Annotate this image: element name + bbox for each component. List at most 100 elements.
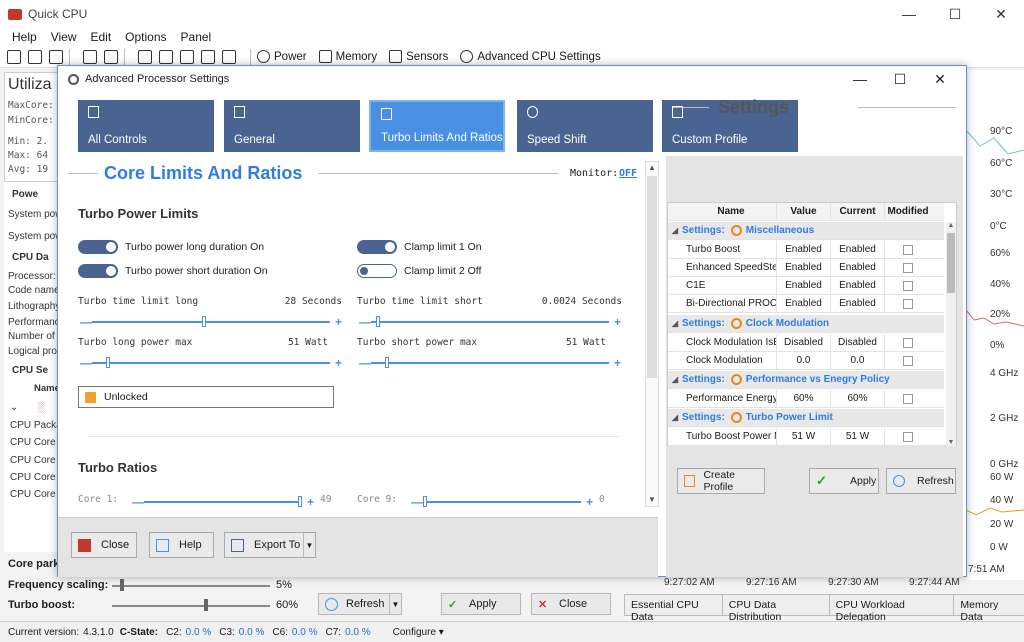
scrollbar-thumb[interactable] (647, 176, 657, 378)
expand-chevron-icon[interactable]: ⌄ (10, 402, 18, 413)
eraser-icon[interactable] (201, 49, 215, 64)
document-icon[interactable] (138, 49, 152, 64)
group-turbo-power-limit[interactable]: ◢ Settings: Turbo Power Limit (668, 409, 944, 427)
setting-value[interactable]: Enabled (777, 295, 831, 312)
decrement-icon[interactable]: — (359, 357, 371, 369)
settings-icon[interactable] (83, 49, 97, 64)
turbo-long-power-slider[interactable]: — + (80, 357, 342, 371)
modified-checkbox[interactable] (903, 244, 913, 255)
turbo-time-short-thumb[interactable] (375, 316, 380, 327)
dialog-close-x-button[interactable]: ✕ (920, 66, 960, 92)
tab-cpu-data-distribution[interactable]: CPU Data Distribution (721, 594, 830, 623)
collapse-triangle-icon[interactable]: ◢ (668, 375, 682, 384)
clamp-limit-1-toggle[interactable] (357, 240, 397, 254)
menu-panel[interactable]: Panel (181, 30, 212, 44)
memory-button[interactable]: Memory (318, 50, 377, 63)
group-clock-modulation[interactable]: ◢ Settings: Clock Modulation (668, 315, 944, 333)
setting-value[interactable]: 0.0 (777, 352, 831, 369)
settings-apply-button[interactable]: ✓ Apply (809, 468, 879, 494)
clamp-limit-2-toggle[interactable] (357, 264, 397, 278)
menu-view[interactable]: View (51, 30, 77, 44)
collapse-triangle-icon[interactable]: ◢ (668, 413, 682, 422)
screenshot-icon[interactable] (104, 49, 118, 64)
sensor-row-core-4[interactable]: CPU Core 4 (10, 489, 64, 500)
decrement-icon[interactable]: — (132, 496, 144, 508)
modified-checkbox[interactable] (903, 262, 913, 273)
nav-turbo-limits-and-ratios[interactable]: Turbo Limits And Ratios (369, 100, 505, 152)
increment-icon[interactable]: + (614, 357, 621, 369)
decrement-icon[interactable]: — (359, 316, 371, 328)
frequency-scaling-slider[interactable] (112, 585, 270, 587)
key-icon[interactable] (180, 49, 194, 64)
table-row[interactable]: Turbo Boost Power Ma...51 W51 W (668, 428, 944, 446)
configure-menu[interactable]: Configure ▾ (385, 627, 444, 638)
tab-cpu-workload-delegation[interactable]: CPU Workload Delegation (828, 594, 955, 623)
sensor-row-core-1[interactable]: CPU Core 1 (10, 437, 64, 448)
turbo-long-power-thumb[interactable] (106, 357, 111, 368)
group-miscellaneous[interactable]: ◢ Settings: Miscellaneous (668, 222, 944, 240)
settings-refresh-button[interactable]: Refresh (886, 468, 956, 494)
bar-chart-2-icon[interactable] (28, 49, 42, 64)
modified-column[interactable]: Modified (885, 203, 931, 220)
modified-checkbox[interactable] (903, 298, 913, 309)
menu-options[interactable]: Options (125, 30, 166, 44)
current-column[interactable]: Current (831, 203, 885, 220)
setting-value[interactable]: Disabled (777, 334, 831, 351)
table-row[interactable]: Bi-Directional PROCHOTEnabledEnabled (668, 295, 944, 313)
dialog-maximize-button[interactable]: ☐ (880, 66, 920, 92)
frequency-scaling-thumb[interactable] (119, 579, 124, 591)
advanced-cpu-settings-button[interactable]: Advanced CPU Settings (460, 50, 601, 63)
table-row[interactable]: Clock Modulation IsEna...DisabledDisable… (668, 334, 944, 352)
decrement-icon[interactable]: — (80, 357, 92, 369)
tab-memory-data[interactable]: Memory Data (953, 594, 1024, 623)
minimize-button[interactable]: — (886, 0, 932, 28)
create-profile-button[interactable]: Create Profile (677, 468, 765, 494)
modified-checkbox[interactable] (903, 431, 913, 442)
setting-value[interactable]: 60% (777, 390, 831, 407)
turbo-time-short-slider[interactable]: — + (359, 316, 621, 330)
decrement-icon[interactable]: — (80, 316, 92, 328)
nav-speed-shift[interactable]: Speed Shift (517, 100, 653, 152)
sensor-row-core-2[interactable]: CPU Core 2 (10, 455, 64, 466)
collapse-triangle-icon[interactable]: ◢ (668, 319, 682, 328)
log-icon[interactable] (222, 49, 236, 64)
nav-general[interactable]: General (224, 100, 360, 152)
scroll-up-arrow-icon[interactable]: ▲ (646, 162, 658, 174)
turbo-boost-slider[interactable] (112, 605, 270, 607)
turbo-time-long-thumb[interactable] (201, 316, 206, 327)
dialog-close-button[interactable]: Close (71, 532, 137, 558)
group-performance-vs-energy-policy[interactable]: ◢ Settings: Performance vs Enegry Policy (668, 371, 944, 389)
monitor-toggle-link[interactable]: OFF (619, 168, 637, 179)
tab-essential-cpu-data[interactable]: Essential CPU Data (624, 594, 723, 623)
increment-icon[interactable]: + (614, 316, 621, 328)
name-column-header[interactable]: Name (34, 383, 60, 394)
scrollbar-thumb[interactable] (947, 233, 955, 293)
core-9-thumb[interactable] (423, 496, 427, 507)
short-duration-toggle[interactable] (78, 264, 118, 278)
main-close-button[interactable]: ✕ Close (531, 593, 611, 615)
increment-icon[interactable]: + (586, 496, 593, 508)
modified-checkbox[interactable] (903, 280, 913, 291)
setting-value[interactable]: Enabled (777, 259, 831, 276)
help-button[interactable]: Help (149, 532, 214, 558)
table-row[interactable]: Performance Energy Po...60%60% (668, 390, 944, 408)
sensor-row-core-3[interactable]: CPU Core 3 (10, 472, 64, 483)
cpu-sensors-section-header[interactable]: CPU Se (12, 365, 48, 376)
close-window-button[interactable]: ✕ (978, 0, 1024, 28)
settings-table-scrollbar[interactable]: ▲ ▼ (946, 222, 956, 446)
setting-value[interactable]: Enabled (777, 277, 831, 294)
value-column[interactable]: Value (777, 203, 831, 220)
nav-all-controls[interactable]: All Controls (78, 100, 214, 152)
dialog-minimize-button[interactable]: — (840, 66, 880, 92)
decrement-icon[interactable]: — (411, 496, 423, 508)
name-column[interactable]: Name (682, 203, 777, 220)
cpu-data-section-header[interactable]: CPU Da (12, 252, 49, 263)
chat-icon[interactable] (159, 49, 173, 64)
modified-checkbox[interactable] (903, 393, 913, 404)
sensors-button[interactable]: Sensors (389, 50, 448, 63)
increment-icon[interactable]: + (307, 496, 314, 508)
setting-value[interactable]: Enabled (777, 241, 831, 258)
power-button[interactable]: Power (257, 50, 307, 63)
scroll-down-arrow-icon[interactable]: ▼ (946, 439, 956, 446)
scroll-down-arrow-icon[interactable]: ▼ (646, 494, 658, 506)
